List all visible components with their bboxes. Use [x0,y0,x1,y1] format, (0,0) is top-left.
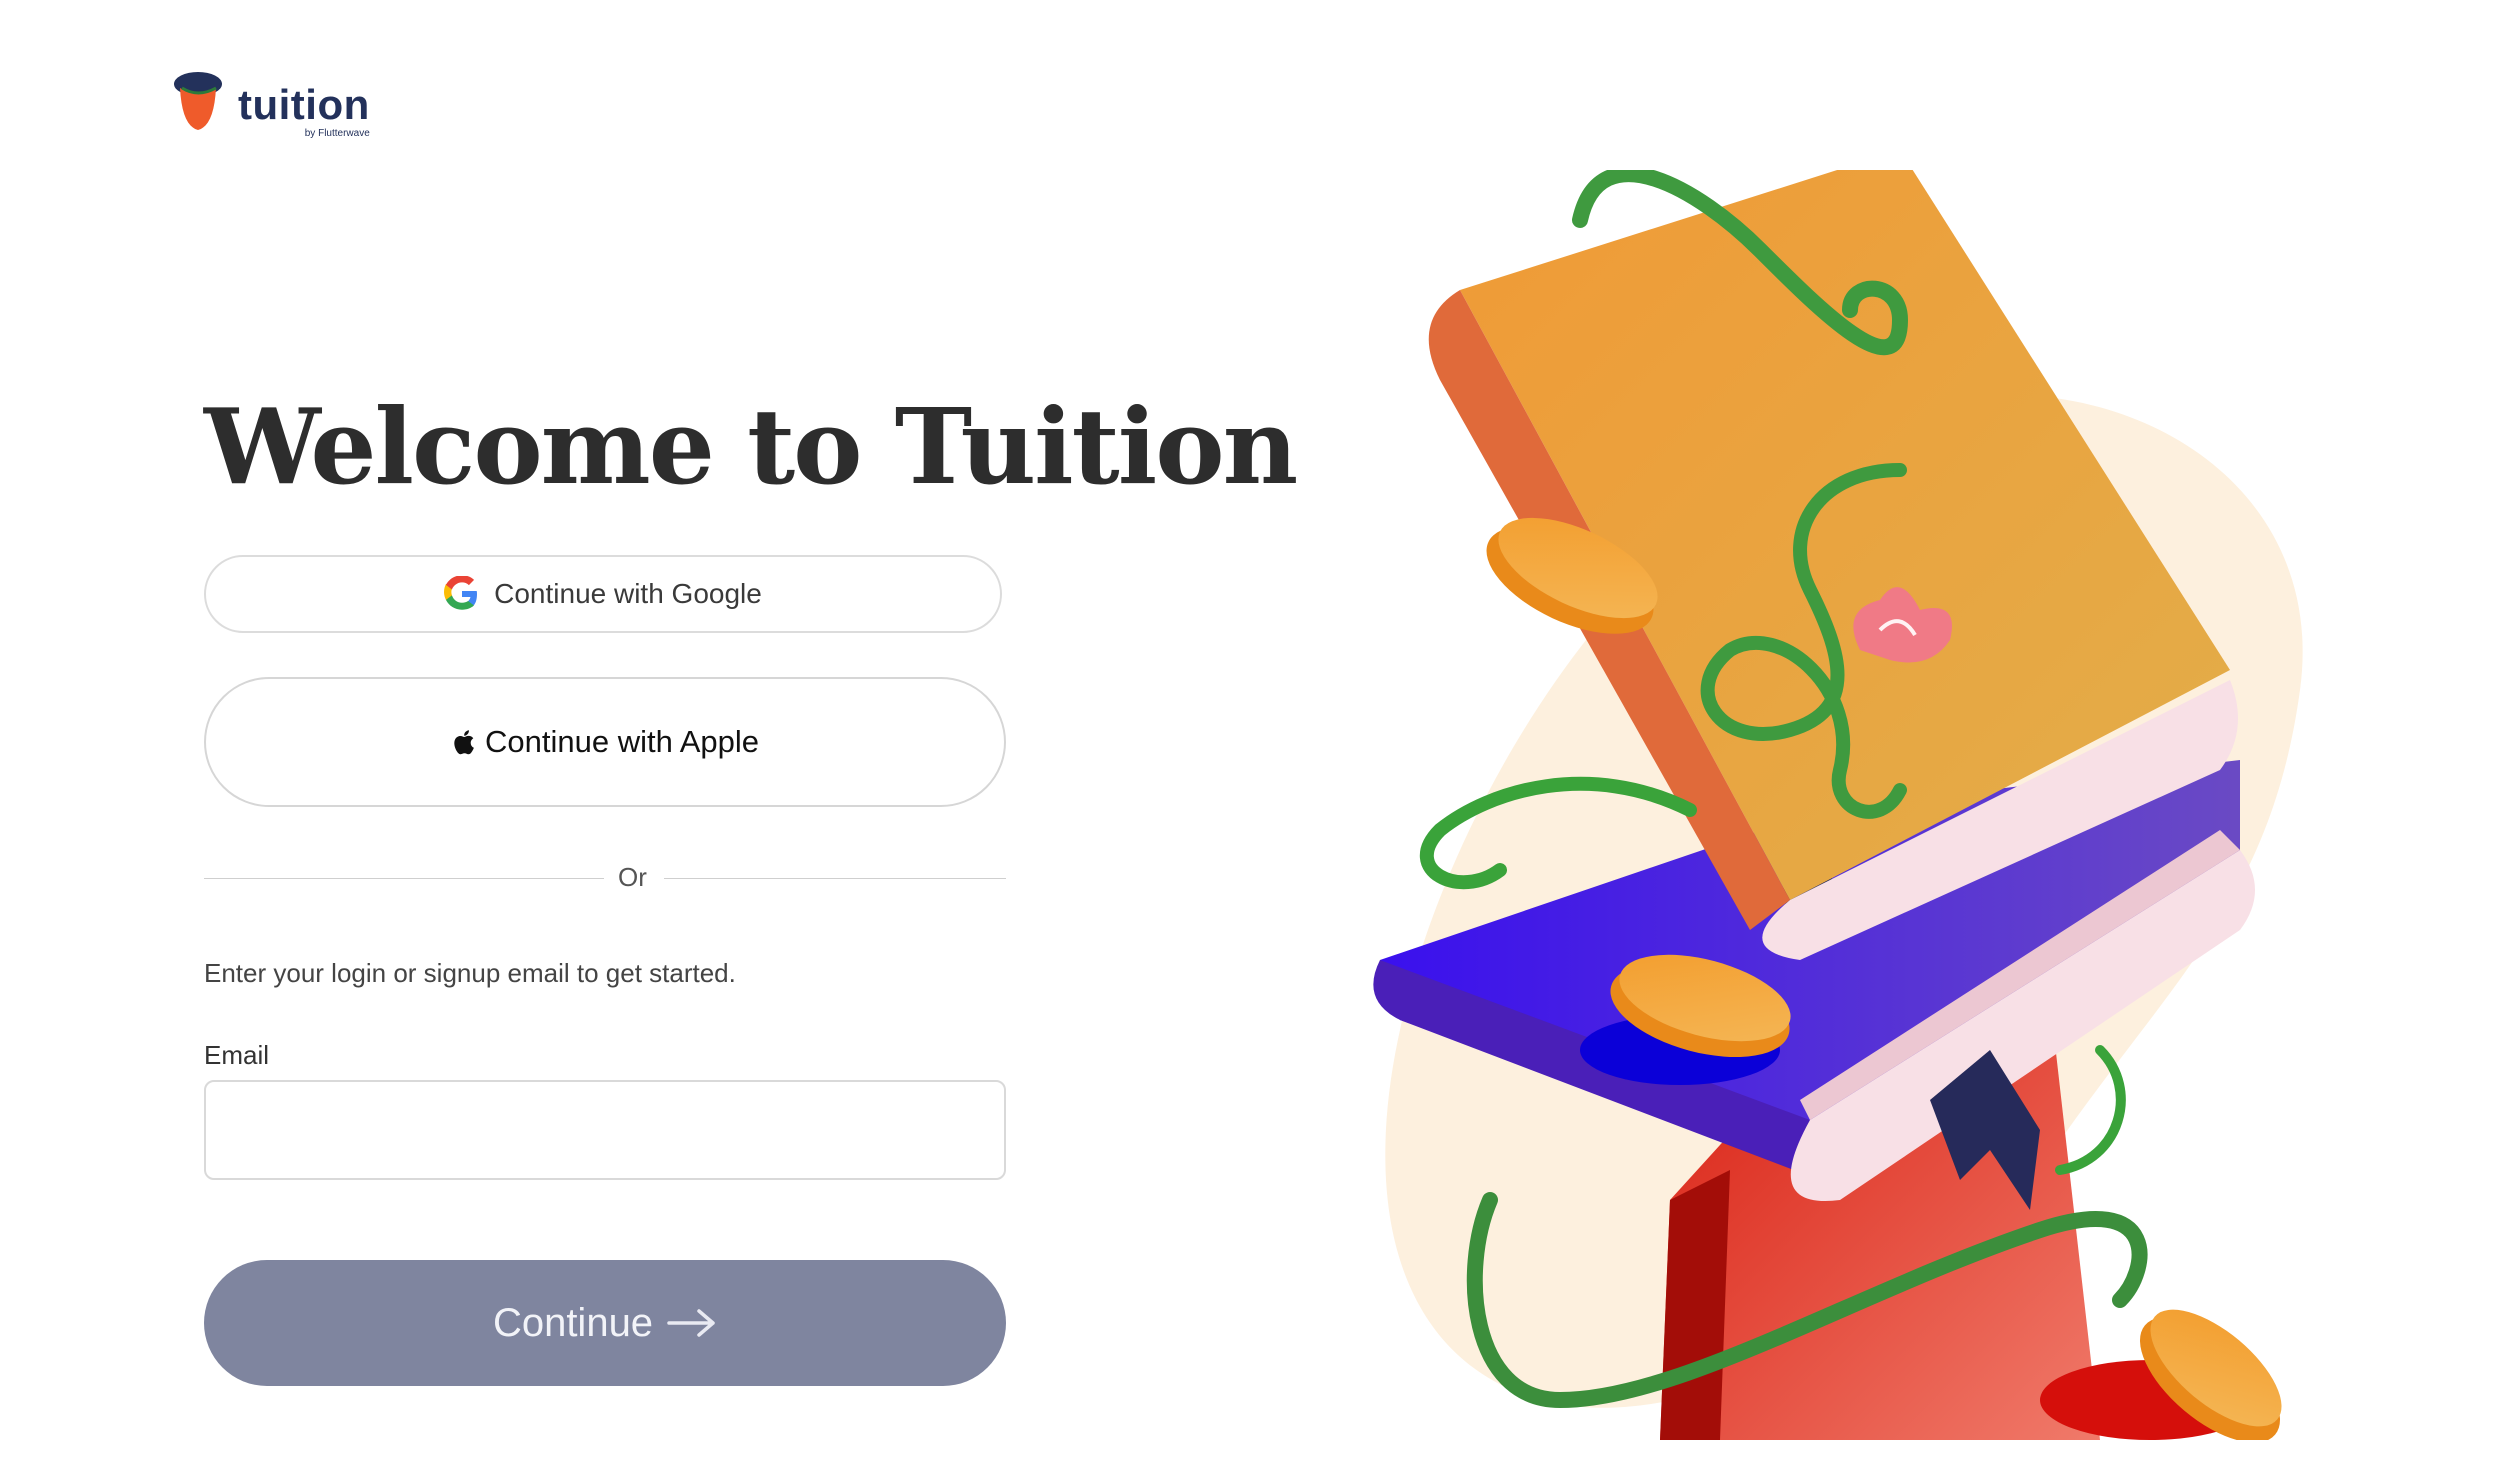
email-label: Email [204,1040,270,1070]
email-field[interactable] [204,1080,1006,1180]
page-title: Welcome to Tuition [204,385,1298,508]
apple-button-label: Continue with Apple [484,724,760,759]
instructions-text: Enter your login or signup email to get … [204,958,736,988]
divider-text: Or [618,862,647,892]
tuition-logo-icon [174,72,222,130]
divider-line-right [664,878,1006,879]
brand-tagline: by Flutterwave [304,128,370,139]
or-divider: Or [204,862,1006,892]
books-illustration [1373,170,2303,1440]
brand-name: tuition [238,81,370,128]
arrow-right-icon [667,1309,715,1337]
google-button-label: Continue with Google [494,578,762,609]
google-icon [444,576,478,610]
continue-button[interactable]: Continue [204,1260,1006,1386]
continue-button-label: Continue [492,1300,654,1345]
divider-line-left [204,878,604,879]
continue-with-apple-button[interactable]: Continue with Apple [204,677,1006,807]
apple-icon [454,730,474,755]
continue-with-google-button[interactable]: Continue with Google [204,555,1002,633]
brand-logo[interactable]: tuition by Flutterwave [172,70,370,139]
